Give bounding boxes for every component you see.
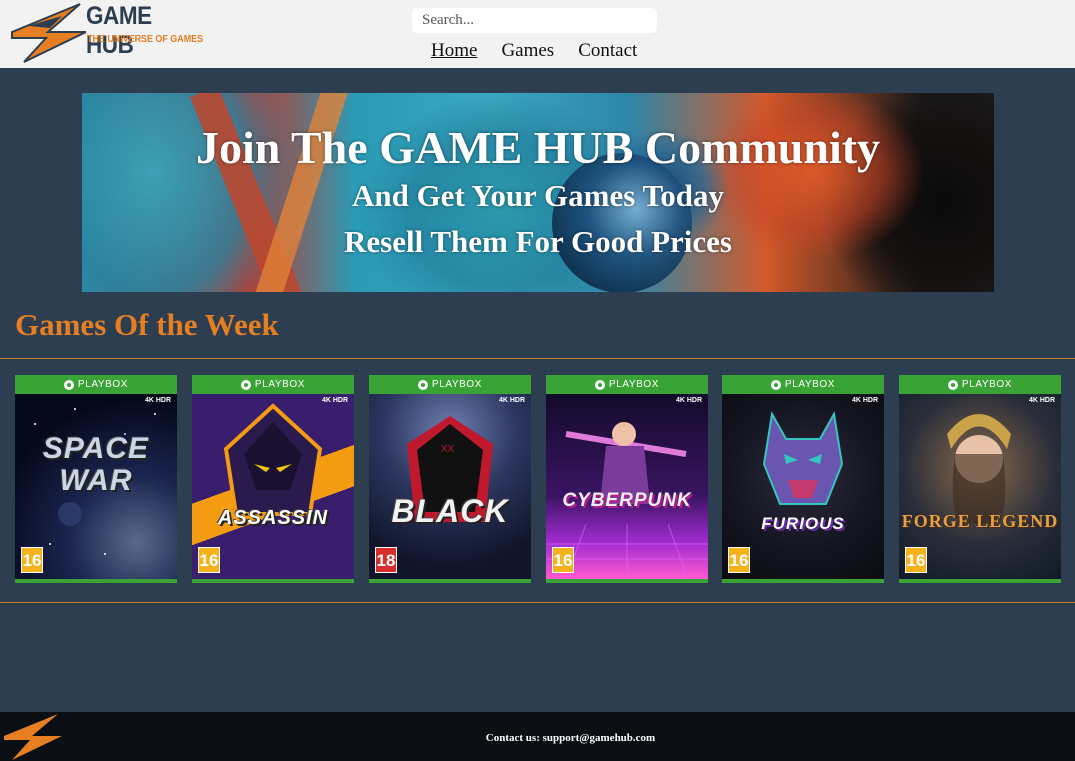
section-title: Games Of the Week (15, 307, 279, 342)
platform-label: PLAYBOX (608, 379, 660, 390)
game-card[interactable]: PLAYBOX 4K HDR CYBERPUNK 16 (546, 375, 708, 583)
logo-title: GAME HUB (86, 2, 152, 59)
platform-band: PLAYBOX (722, 375, 884, 394)
site-footer: Contact us: support@gamehub.com (0, 712, 1075, 761)
playbox-icon (240, 379, 251, 390)
platform-label: PLAYBOX (77, 379, 129, 390)
divider (0, 358, 1075, 359)
games-grid: PLAYBOX 4K HDR SPACE WAR 16 PLAYBOX 4K H… (15, 375, 1062, 583)
game-card[interactable]: PLAYBOX 4K HDR SPACE WAR 16 (15, 375, 177, 583)
game-title: CYBERPUNK (562, 490, 692, 511)
platform-label: PLAYBOX (431, 379, 483, 390)
hero-text: Join The GAME HUB Community And Get Your… (82, 93, 994, 292)
hero-banner: Join The GAME HUB Community And Get Your… (82, 93, 994, 292)
playbox-icon (947, 379, 958, 390)
platform-band: PLAYBOX (15, 375, 177, 394)
playbox-icon (770, 379, 781, 390)
age-rating-badge: 16 (21, 547, 43, 573)
game-title: FURIOUS (761, 514, 845, 533)
playbox-icon (63, 379, 74, 390)
game-title: BLACK (391, 493, 509, 529)
spec-label: 4K HDR (851, 397, 878, 404)
game-title: FORGE LEGEND (901, 511, 1059, 531)
platform-band: PLAYBOX (546, 375, 708, 394)
footer-contact: Contact us: support@gamehub.com (485, 732, 656, 744)
spec-label: 4K HDR (144, 397, 171, 404)
svg-text:XX: XX (441, 444, 455, 455)
spec-label: 4K HDR (321, 397, 348, 404)
playbox-icon (417, 379, 428, 390)
site-header: GAME HUB THE UNIVERSE OF GAMES Home Game… (0, 0, 1075, 68)
game-title: ASSASSIN (217, 507, 329, 529)
nav-games[interactable]: Games (501, 40, 554, 62)
platform-label: PLAYBOX (254, 379, 306, 390)
hero-subheading-2: Resell Them For Good Prices (343, 224, 732, 259)
platform-band: PLAYBOX (899, 375, 1061, 394)
divider (0, 602, 1075, 603)
playbox-icon (594, 379, 605, 390)
main-nav: Home Games Contact (431, 40, 637, 62)
platform-label: PLAYBOX (784, 379, 836, 390)
age-rating-badge: 18 (375, 547, 397, 573)
hero-subheading: And Get Your Games Today (351, 178, 725, 213)
search-input[interactable] (412, 8, 657, 33)
game-card[interactable]: PLAYBOX 4K HDR ASSASSIN 16 (192, 375, 354, 583)
platform-label: PLAYBOX (961, 379, 1013, 390)
platform-band: PLAYBOX (192, 375, 354, 394)
game-card[interactable]: PLAYBOX 4K HDR FORGE LEGEND 16 (899, 375, 1061, 583)
spec-label: 4K HDR (498, 397, 525, 404)
spec-label: 4K HDR (1028, 397, 1055, 404)
age-rating-badge: 16 (905, 547, 927, 573)
game-title: SPACE WAR (42, 432, 150, 497)
arrow-logo-icon (11, 3, 86, 63)
age-rating-badge: 16 (198, 547, 220, 573)
nav-contact[interactable]: Contact (578, 40, 637, 62)
site-logo[interactable]: GAME HUB THE UNIVERSE OF GAMES (8, 0, 203, 66)
game-card[interactable]: PLAYBOX 4K HDR FURIOUS 16 (722, 375, 884, 583)
logo-tagline: THE UNIVERSE OF GAMES (87, 33, 204, 45)
age-rating-badge: 16 (728, 547, 750, 573)
spec-label: 4K HDR (675, 397, 702, 404)
hero-heading: Join The GAME HUB Community (195, 122, 881, 173)
platform-band: PLAYBOX (369, 375, 531, 394)
nav-home[interactable]: Home (431, 40, 477, 62)
age-rating-badge: 16 (552, 547, 574, 573)
game-card[interactable]: PLAYBOX XX 4K HDR BLACK 18 (369, 375, 531, 583)
